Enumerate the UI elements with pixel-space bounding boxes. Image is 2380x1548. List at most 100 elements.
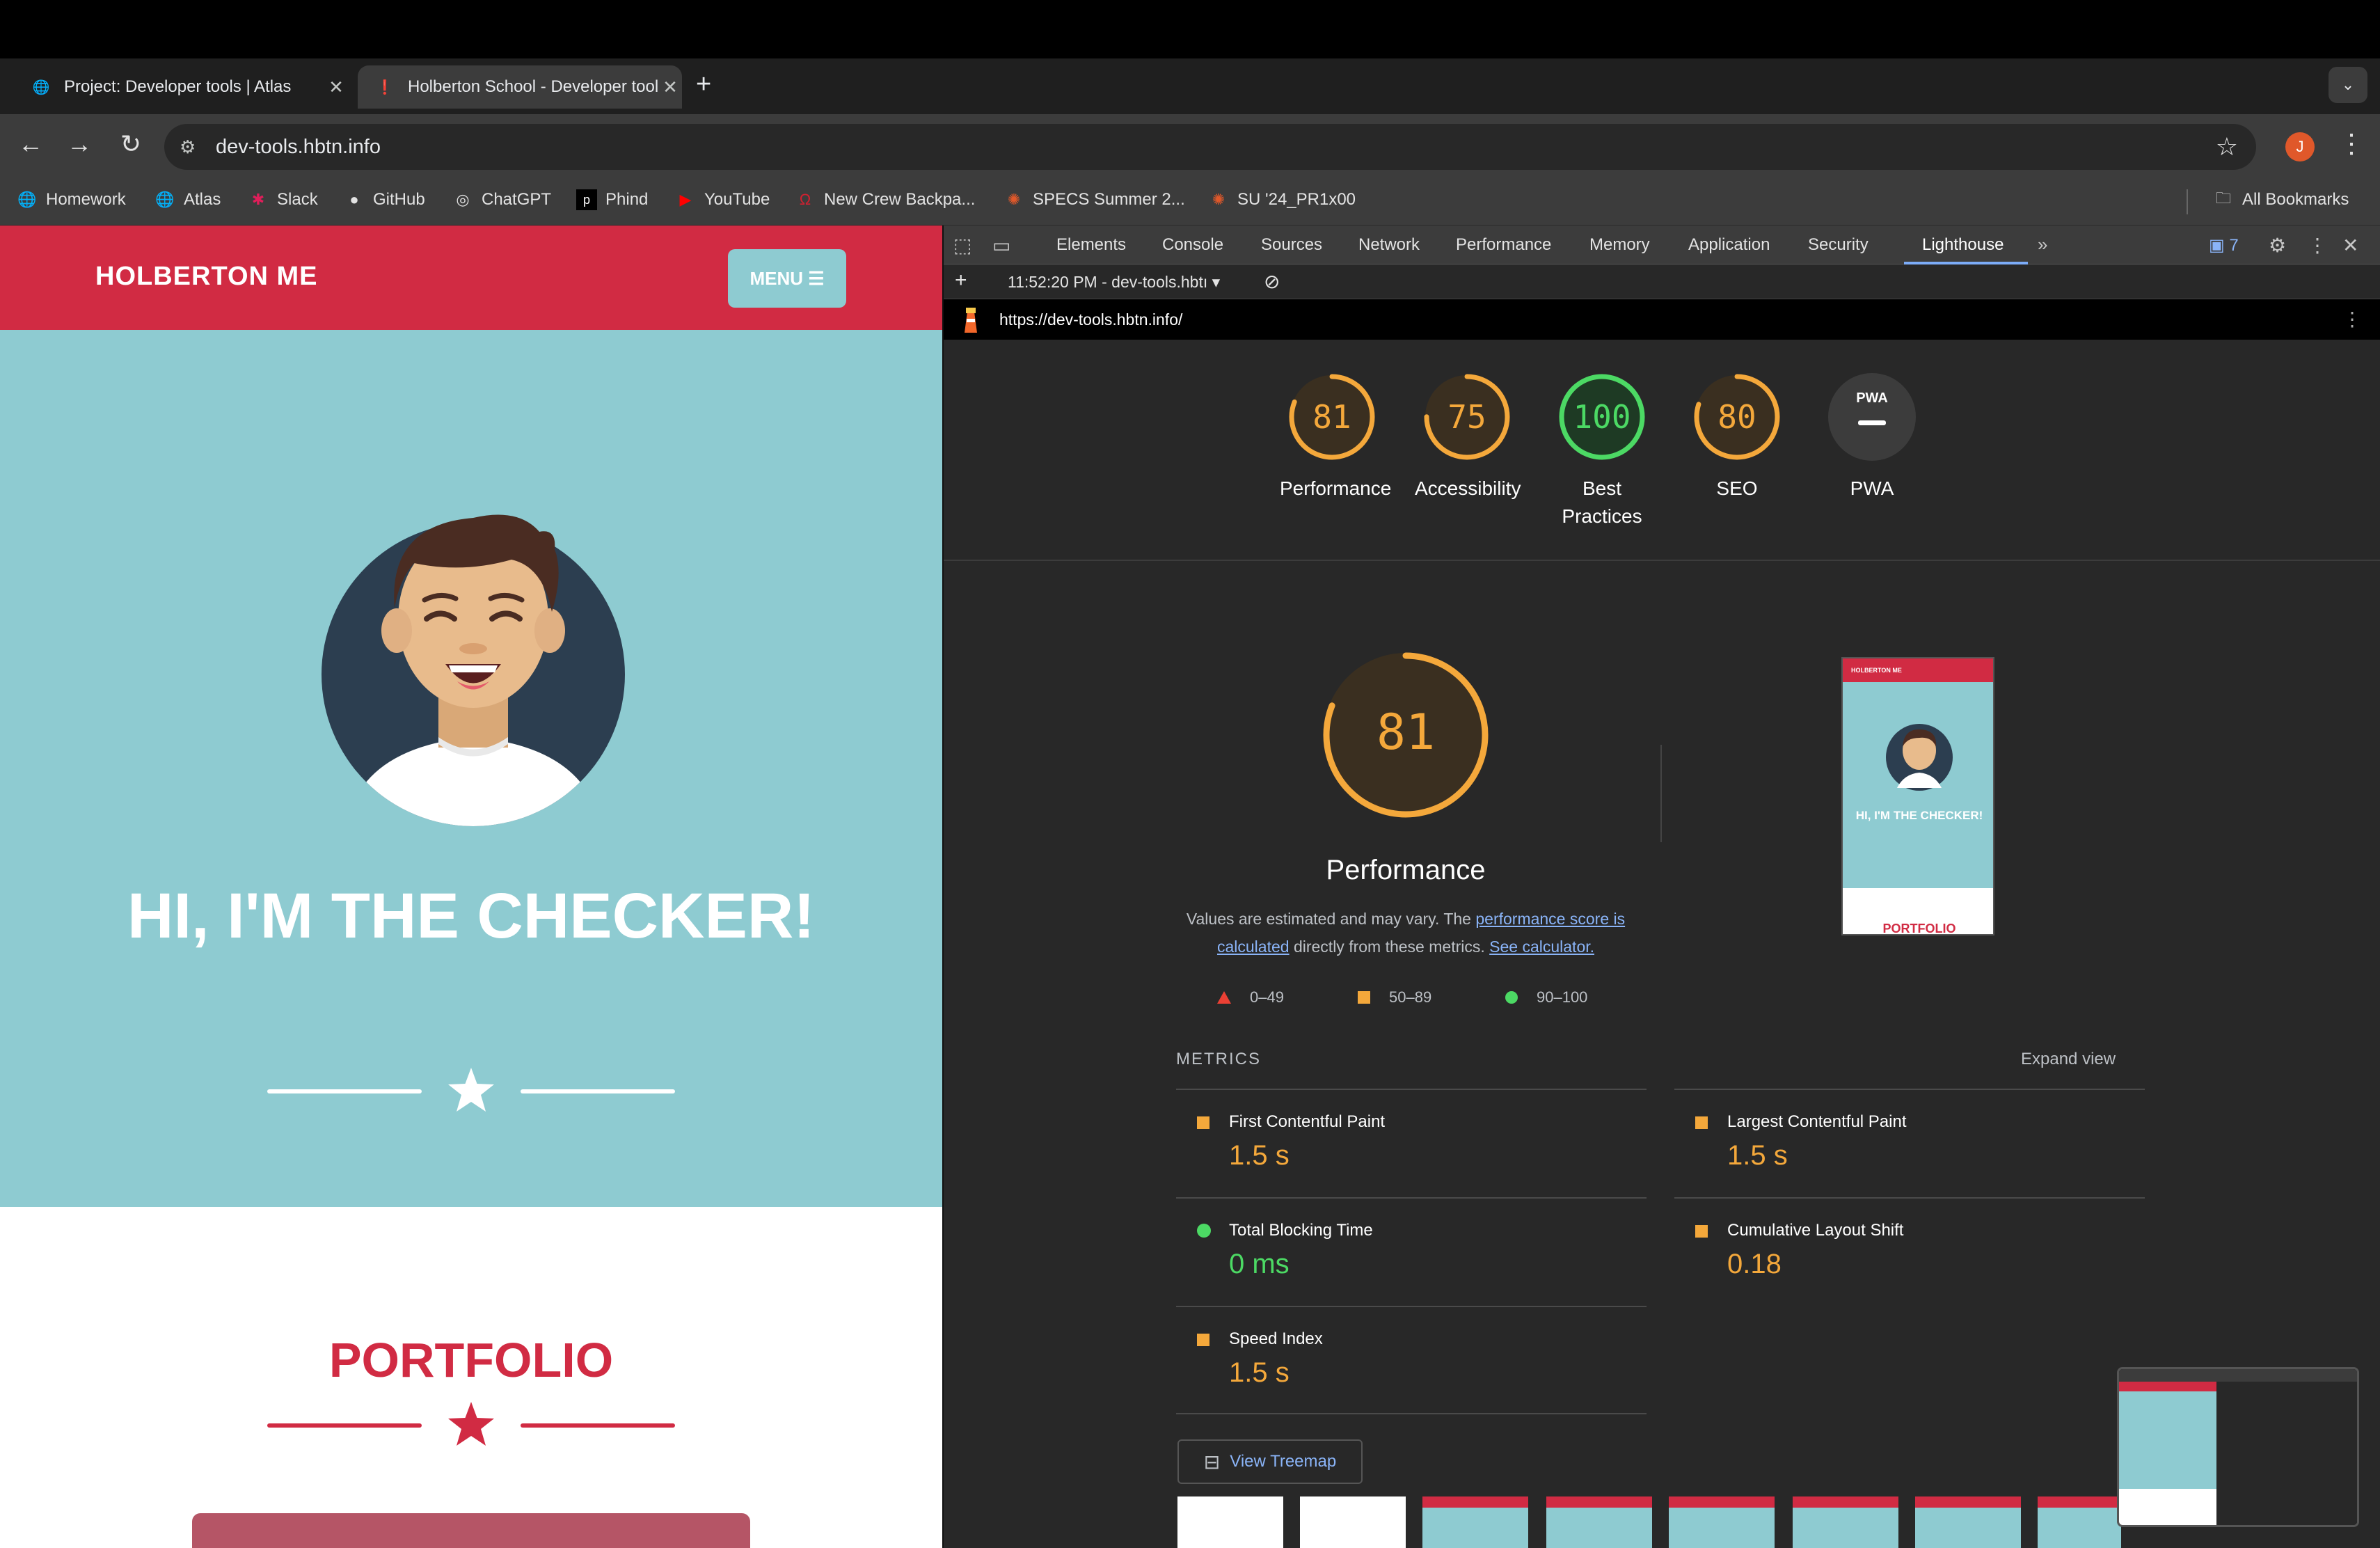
address-bar[interactable]: ⚙ dev-tools.hbtn.info ☆ <box>164 124 2256 170</box>
close-icon[interactable]: ✕ <box>324 77 348 98</box>
star-icon <box>448 1402 494 1446</box>
score-label: Performance <box>1280 477 1392 499</box>
score-label: Accessibility <box>1415 477 1521 499</box>
bookmark-new-crew[interactable]: Ω New Crew Backpa... <box>795 189 976 210</box>
report-url[interactable]: https://dev-tools.hbtn.info/ <box>999 310 1182 329</box>
close-devtools-icon[interactable]: ✕ <box>2342 234 2358 257</box>
reload-icon[interactable]: ↻ <box>114 129 148 159</box>
filmstrip-frame <box>1546 1496 1652 1548</box>
filmstrip-frame <box>1669 1496 1775 1548</box>
score-gauge-accessibility[interactable]: 75 Accessibility <box>1415 372 1521 503</box>
more-tabs-icon[interactable]: » <box>2038 234 2047 255</box>
treemap-icon: ⊟ <box>1203 1451 1221 1473</box>
bookmark-star-icon[interactable]: ☆ <box>2216 132 2238 161</box>
clear-icon[interactable]: ⊘ <box>1264 270 1280 293</box>
devtools-tab-performance[interactable]: Performance <box>1456 235 1551 255</box>
orange-square-icon <box>1358 991 1370 1004</box>
web-page: HOLBERTON ME MENU ☰ HI, I'M THE CHECKER!… <box>0 226 942 1548</box>
performance-description: Values are estimated and may vary. The p… <box>1186 910 1626 956</box>
score-gauge-performance[interactable]: 81 Performance <box>1280 372 1392 503</box>
bookmark-su24[interactable]: ✺ SU '24_PR1x00 <box>1208 189 1356 210</box>
profile-avatar[interactable]: J <box>2285 132 2315 161</box>
metric-largest-contentful-paint: Largest Contentful Paint 1.5 s <box>1674 1089 2145 1196</box>
devtools-tab-console[interactable]: Console <box>1162 235 1223 255</box>
specs-icon: ✺ <box>1007 191 1021 208</box>
score-gauge-seo[interactable]: 80 SEO <box>1685 372 1789 503</box>
score-value: 75 <box>1447 398 1486 436</box>
devtools-tab-application[interactable]: Application <box>1688 235 1770 255</box>
green-circle-icon <box>1505 991 1518 1004</box>
metric-name: Cumulative Layout Shift <box>1727 1221 1904 1240</box>
site-info-icon[interactable]: ⚙ <box>180 136 207 158</box>
score-gauge-best-practices[interactable]: 100 Best Practices <box>1550 372 1654 530</box>
hero-section: HI, I'M THE CHECKER! <box>0 330 942 1207</box>
screenshot-brand: HOLBERTON ME <box>1851 667 1902 674</box>
devtools-tab-sources[interactable]: Sources <box>1261 235 1322 255</box>
report-selector[interactable]: 11:52:20 PM - dev-tools.hbtı ▾ <box>1008 273 1220 292</box>
score-label: Best Practices <box>1562 477 1642 527</box>
slack-icon: ✱ <box>251 191 265 208</box>
inspect-element-icon[interactable]: ⬚ <box>953 234 971 257</box>
bookmark-phind[interactable]: p Phind <box>576 189 648 210</box>
devtools-tab-memory[interactable]: Memory <box>1589 235 1650 255</box>
bookmark-github[interactable]: ● GitHub <box>344 189 425 210</box>
issues-counter[interactable]: ▣ 7 <box>2209 235 2239 255</box>
devtools-tab-elements[interactable]: Elements <box>1056 235 1126 255</box>
bookmark-chatgpt[interactable]: ◎ ChatGPT <box>452 189 551 210</box>
performance-title: Performance <box>1326 855 1486 885</box>
portfolio-card[interactable] <box>192 1513 750 1548</box>
expand-view-button[interactable]: Expand view <box>2021 1050 2116 1069</box>
bookmark-atlas[interactable]: 🌐 Atlas <box>154 189 221 210</box>
metrics-header: METRICS <box>1176 1050 1261 1068</box>
browser-tab-holberton[interactable]: ❗ Holberton School - Developer tools ✕ <box>358 65 682 109</box>
back-icon[interactable]: ← <box>14 129 47 159</box>
all-bookmarks[interactable]: 🗀 All Bookmarks <box>2213 189 2349 210</box>
score-label: PWA <box>1850 477 1894 499</box>
lululemon-icon: Ω <box>799 191 811 208</box>
browser-tab-atlas[interactable]: 🌐 Project: Developer tools | Atlas ✕ <box>14 65 348 109</box>
view-treemap-button[interactable]: ⊟ View Treemap <box>1177 1439 1363 1484</box>
red-triangle-icon <box>1217 991 1231 1004</box>
tab-title: Holberton School - Developer tools <box>408 77 658 96</box>
bookmark-specs[interactable]: ✺ SPECS Summer 2... <box>1003 189 1185 210</box>
orange-square-icon <box>1197 1116 1209 1129</box>
orange-square-icon <box>1695 1116 1708 1129</box>
score-value: 81 <box>1312 398 1351 436</box>
tab-search-button[interactable]: ⌄ <box>2329 67 2367 103</box>
devtools-menu-icon[interactable]: ⋮ <box>2308 234 2327 257</box>
filmstrip-frame <box>1915 1496 2021 1548</box>
final-screenshot[interactable]: HOLBERTON ME HI, I'M THE CHECKER! PORTFO… <box>1841 657 1994 935</box>
filmstrip-frame <box>1177 1496 1283 1548</box>
chatgpt-icon: ◎ <box>456 191 470 208</box>
menu-button[interactable]: MENU ☰ <box>728 249 846 308</box>
score-label: SEO <box>1716 477 1758 499</box>
bookmark-youtube[interactable]: ▶ YouTube <box>675 189 770 210</box>
screen-recording-preview[interactable] <box>2117 1367 2359 1527</box>
close-icon[interactable]: ✕ <box>658 77 682 98</box>
new-report-icon[interactable]: + <box>955 269 967 292</box>
new-tab-button[interactable]: + <box>696 70 711 100</box>
devtools-tab-lighthouse[interactable]: Lighthouse <box>1922 235 2004 255</box>
filmstrip-frame <box>1793 1496 1898 1548</box>
metric-value: 0.18 <box>1727 1249 1782 1279</box>
devtools-tab-security[interactable]: Security <box>1808 235 1869 255</box>
bookmarks-divider <box>2187 189 2188 214</box>
folder-icon: 🗀 <box>2215 189 2231 207</box>
score-gauge-pwa[interactable]: PWA PWA <box>1820 372 1924 503</box>
report-menu-icon[interactable]: ⋮ <box>2342 308 2362 331</box>
legend-fail: 0–49 <box>1216 988 1284 1006</box>
browser-menu-icon[interactable]: ⋮ <box>2338 128 2365 159</box>
devtools-panel: ⬚ ▭ Elements Console Sources Network Per… <box>942 226 2380 1548</box>
see-calculator-link[interactable]: See calculator. <box>1489 938 1594 956</box>
star-icon <box>448 1068 494 1112</box>
portfolio-title: PORTFOLIO <box>328 1333 614 1387</box>
settings-gear-icon[interactable]: ⚙ <box>2269 234 2286 257</box>
device-toolbar-icon[interactable]: ▭ <box>992 234 1010 257</box>
site-brand[interactable]: HOLBERTON ME <box>95 262 318 292</box>
bookmark-homework[interactable]: 🌐 Homework <box>17 189 125 210</box>
devtools-tab-network[interactable]: Network <box>1358 235 1420 255</box>
bookmark-slack[interactable]: ✱ Slack <box>248 189 318 210</box>
metric-value: 1.5 s <box>1229 1357 1290 1388</box>
forward-icon[interactable]: → <box>63 129 96 159</box>
tab-strip: 🌐 Project: Developer tools | Atlas ✕ ❗ H… <box>0 58 2380 114</box>
